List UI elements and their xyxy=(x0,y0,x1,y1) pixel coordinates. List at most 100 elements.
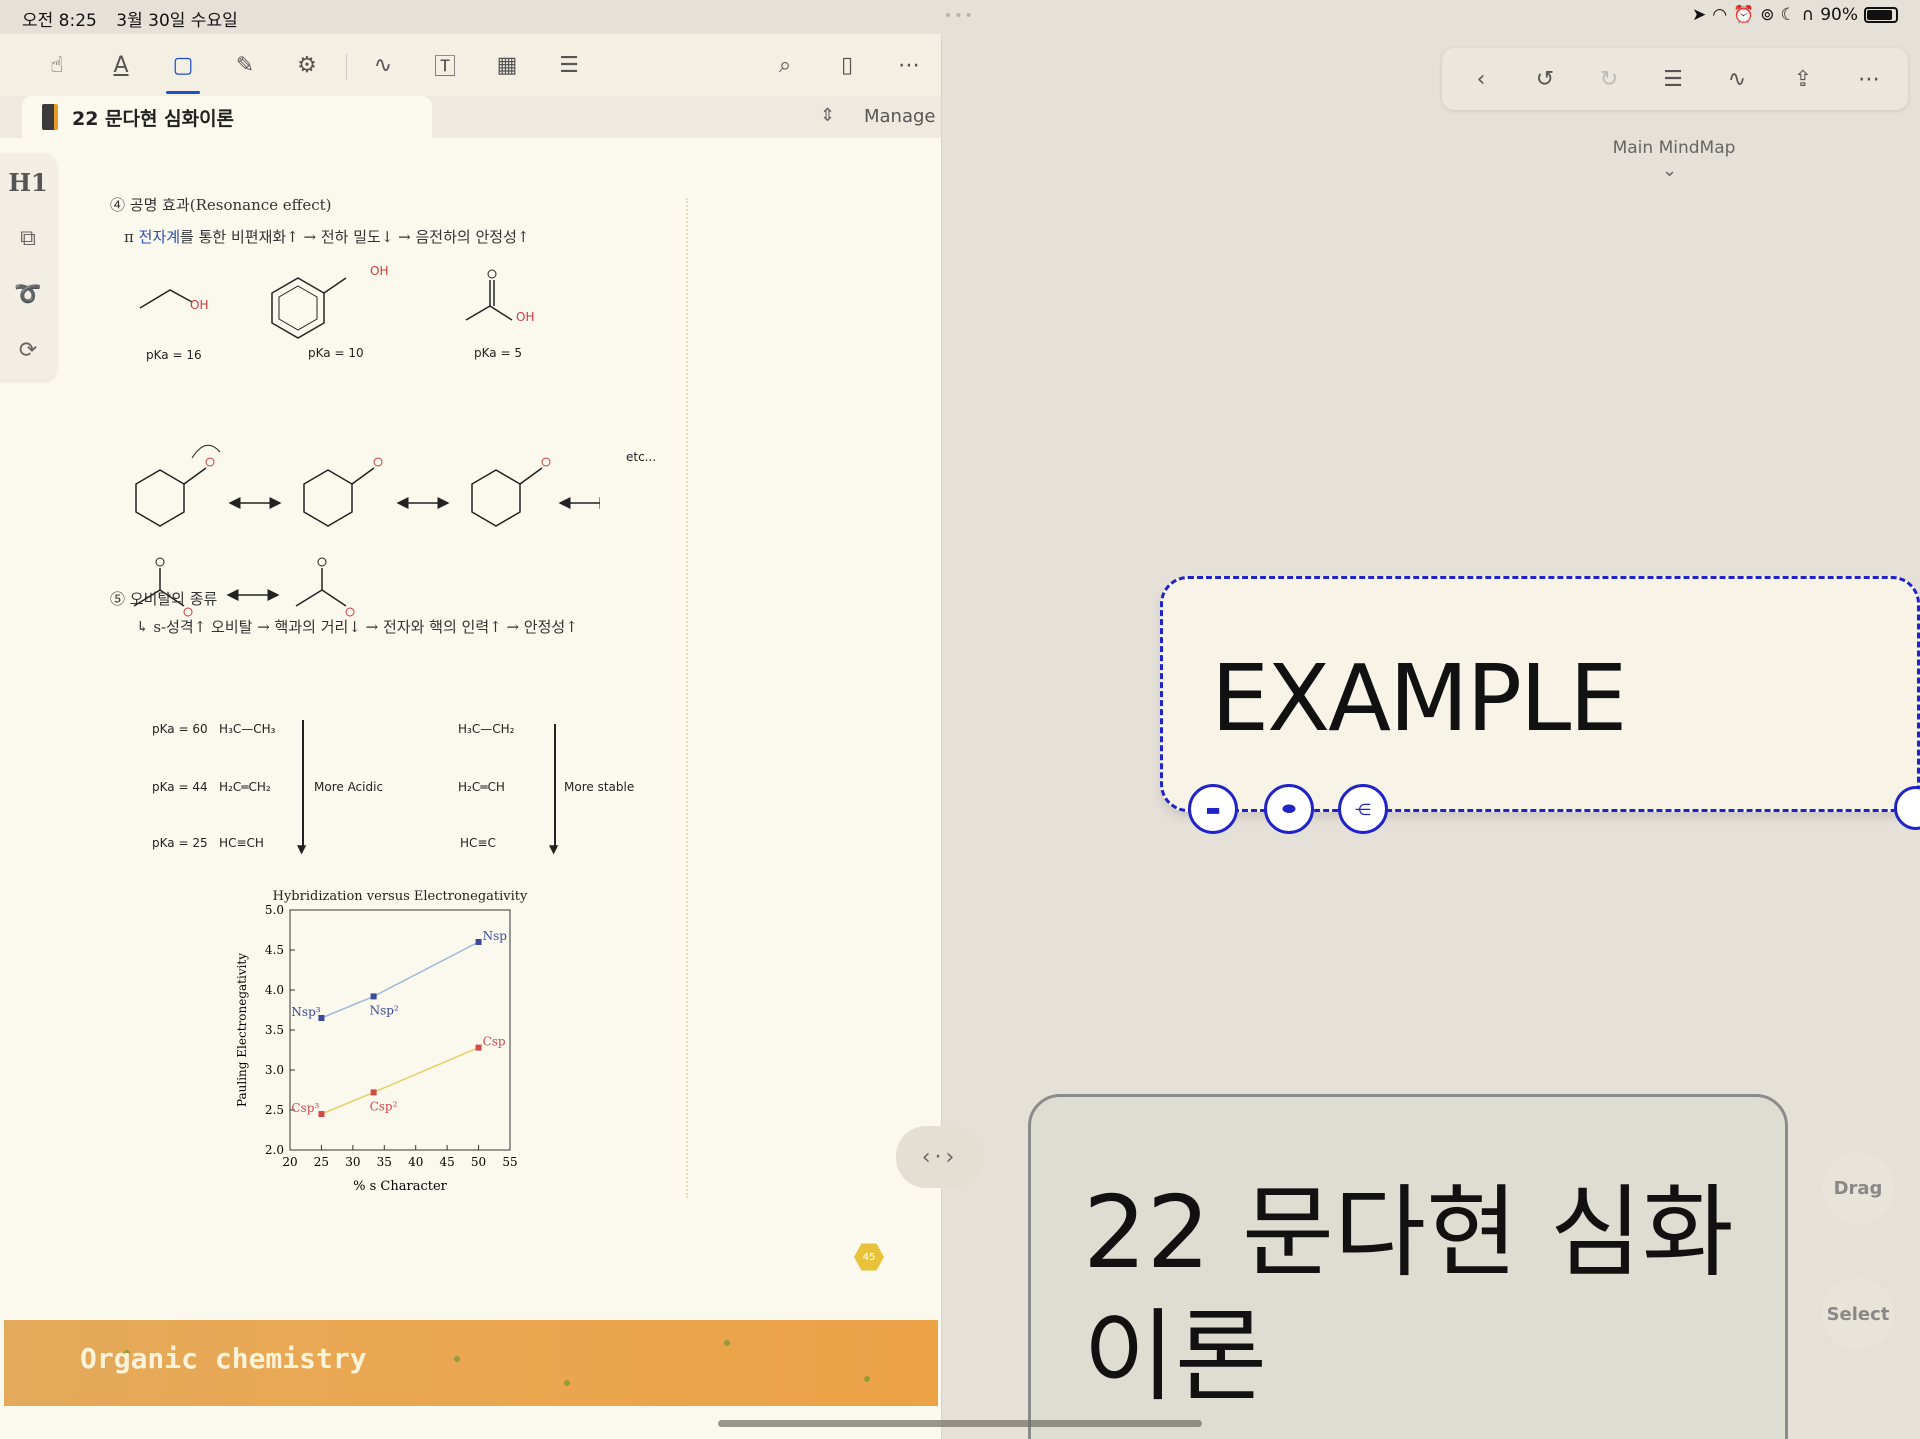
lock-rotation-icon: ⊚ xyxy=(1760,5,1775,25)
back-icon[interactable]: ‹ xyxy=(1464,62,1498,96)
topic-node[interactable]: 22 문다현 심화이론 xyxy=(1028,1094,1788,1439)
lasso-icon[interactable]: ➰ xyxy=(0,266,56,322)
acidic-arrow-head: ▼ xyxy=(297,842,307,856)
mindmap-title[interactable]: Main MindMap xyxy=(1560,138,1788,158)
section4-title: ④ 공명 효과(Resonance effect) xyxy=(110,196,332,214)
branch-icon[interactable]: ⋲ xyxy=(1338,784,1388,834)
drag-button[interactable]: Drag xyxy=(1822,1152,1894,1224)
page-margin-guide xyxy=(686,198,688,1198)
more-stable-label: More stable xyxy=(564,780,635,794)
data-label-C: Csp² xyxy=(370,1099,398,1113)
y-tick-label: 3.0 xyxy=(265,1063,284,1077)
x-tick-label: 40 xyxy=(408,1155,423,1169)
data-label-C: Csp³ xyxy=(291,1101,319,1115)
outline-icon[interactable]: ☰ xyxy=(552,48,586,82)
anion-3: HC≡C xyxy=(460,836,496,850)
shape-icon[interactable]: ✎ xyxy=(228,48,262,82)
anion-1: H₃C—CH₂ xyxy=(458,722,515,736)
settings-icon[interactable]: ⚙ xyxy=(290,48,324,82)
x-tick-label: 30 xyxy=(345,1155,360,1169)
acid-formula-3: HC≡CH xyxy=(219,836,264,850)
section4-note: π 전자계를 통한 비편재화↑ → 전하 밀도↓ → 음전하의 안정성↑ xyxy=(124,226,529,247)
manage-button[interactable]: Manage xyxy=(864,106,936,127)
select-button[interactable]: Select xyxy=(1822,1278,1894,1350)
y-tick-label: 2.0 xyxy=(265,1143,284,1157)
stable-arrow-head: ▼ xyxy=(549,842,559,856)
acid-row-3: pKa = 25 HC≡CH xyxy=(152,836,264,850)
undo-icon[interactable]: ↺ xyxy=(1528,62,1562,96)
search-icon[interactable]: ⌕ xyxy=(768,48,802,82)
x-tick-label: 25 xyxy=(314,1155,329,1169)
image-icon[interactable]: ▦ xyxy=(490,48,524,82)
comment-icon[interactable]: ▬ xyxy=(1188,784,1238,834)
example-node[interactable]: EXAMPLE xyxy=(1160,576,1920,812)
subtopic-icon[interactable]: ⬬ xyxy=(1264,784,1314,834)
x-tick-label: 45 xyxy=(440,1155,455,1169)
y-tick-label: 2.5 xyxy=(265,1103,284,1117)
pka-label-3: pKa = 5 xyxy=(474,346,522,360)
copy-icon[interactable]: ⧉ xyxy=(0,210,56,266)
y-tick-label: 4.0 xyxy=(265,983,284,997)
chevron-down-icon[interactable]: ⌄ xyxy=(1662,160,1677,181)
pen-icon[interactable]: ∿ xyxy=(366,48,400,82)
page-content: ④ 공명 효과(Resonance effect) π 전자계를 통한 비편재화… xyxy=(0,138,941,1298)
bookmark-icon[interactable]: ▯ xyxy=(830,48,864,82)
data-label-N: Nsp² xyxy=(370,1003,399,1017)
y-axis-label: Pauling Electronegativity xyxy=(235,953,249,1107)
multitask-dots[interactable]: ••• xyxy=(944,8,975,24)
more-acidic-label: More Acidic xyxy=(314,780,384,794)
data-label-C: Csp xyxy=(483,1035,506,1049)
toolbar-divider xyxy=(346,54,347,80)
more-icon[interactable]: ⋯ xyxy=(1852,62,1886,96)
pka-label-2: pKa = 10 xyxy=(308,346,364,360)
y-tick-label: 4.5 xyxy=(265,943,284,957)
acid-formula-2: H₂C═CH₂ xyxy=(219,780,271,794)
more-icon[interactable]: ⋯ xyxy=(892,48,926,82)
sort-icon[interactable]: ⇕ xyxy=(820,105,835,126)
status-time: 오전 8:25 xyxy=(22,11,97,31)
acid-pka-1: pKa = 60 xyxy=(152,722,208,736)
data-point-C xyxy=(475,1044,482,1051)
chart-title: Hybridization versus Electronegativity xyxy=(273,889,528,904)
x-tick-label: 50 xyxy=(471,1155,486,1169)
oh-label-3: OH xyxy=(516,310,535,324)
acid-row-1: pKa = 60 H₃C—CH₃ xyxy=(152,722,275,736)
status-date: 3월 30일 수요일 xyxy=(116,11,238,31)
split-view-arrows-icon[interactable]: ‹·› xyxy=(896,1126,984,1188)
topic-node-text: 22 문다현 심화이론 xyxy=(1083,1174,1734,1415)
battery-percent: 90% xyxy=(1820,5,1858,25)
redo-icon[interactable]: ↻ xyxy=(1592,62,1626,96)
battery-icon xyxy=(1864,7,1898,23)
section4-note-highlight: 전자계 xyxy=(138,228,181,246)
list-icon[interactable]: ☰ xyxy=(1656,62,1690,96)
pen-icon[interactable]: ∿ xyxy=(1720,62,1754,96)
document-icon xyxy=(42,104,58,130)
oh-label-2: OH xyxy=(370,264,389,278)
x-axis-label: % s Character xyxy=(353,1179,448,1194)
structures-drawing xyxy=(133,269,600,617)
home-indicator[interactable] xyxy=(718,1420,1202,1427)
page-number-badge: 45 xyxy=(854,1243,884,1271)
wifi-icon: ◠ xyxy=(1712,5,1728,25)
series-line-C xyxy=(321,1046,479,1115)
banner-title: Organic chemistry xyxy=(80,1342,367,1375)
document-tab[interactable]: 22 문다현 심화이론 xyxy=(22,96,432,138)
acidic-arrow xyxy=(302,720,304,848)
x-tick-label: 35 xyxy=(377,1155,392,1169)
acid-pka-3: pKa = 25 xyxy=(152,836,208,850)
status-bar: 오전 8:25 3월 30일 수요일 ••• ➤ ◠ ⏰ ⊚ ☾ ∩ 90% xyxy=(0,0,1920,34)
data-point-N xyxy=(475,939,482,945)
x-tick-label: 20 xyxy=(282,1155,297,1169)
pka-label-1: pKa = 16 xyxy=(146,348,202,362)
highlighter-icon[interactable]: A xyxy=(104,48,138,82)
section5-title: ⑤ 오비탈의 종류 xyxy=(110,590,218,608)
share-icon[interactable]: ⇪ xyxy=(1786,62,1820,96)
select-rect-icon[interactable]: ▢ xyxy=(166,48,200,94)
textbox-icon[interactable]: 🅃 xyxy=(428,48,462,82)
hand-icon[interactable]: ☝ xyxy=(40,48,74,82)
heading-tool[interactable]: H1 xyxy=(0,154,56,210)
document-pane: ☝ A ▢ ✎ ⚙ ∿ 🅃 ▦ ☰ ⌕ ▯ ⋯ 22 문다현 심화이론 ⇕ Ma… xyxy=(0,34,942,1439)
data-point-C xyxy=(318,1111,325,1117)
refresh-icon[interactable]: ⟳ xyxy=(0,322,56,378)
y-tick-label: 3.5 xyxy=(265,1023,284,1037)
